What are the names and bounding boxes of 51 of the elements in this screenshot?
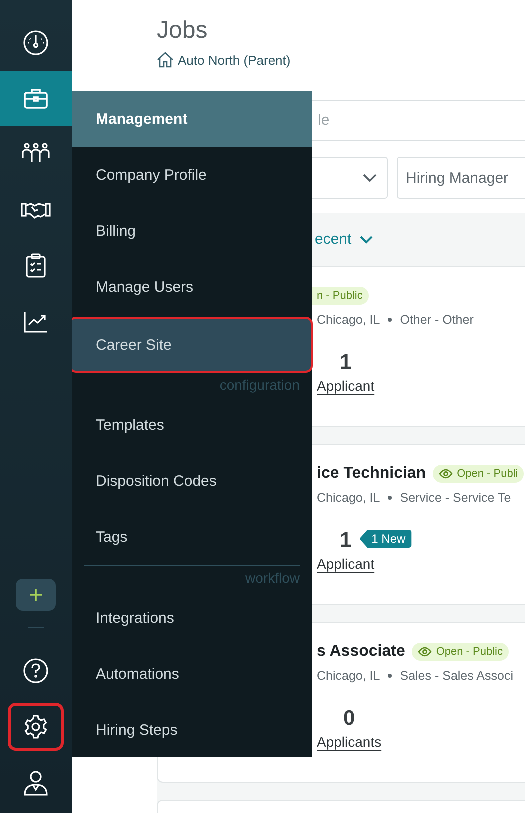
- plus-icon: [29, 588, 43, 602]
- menu-item[interactable]: Integrations: [72, 590, 312, 646]
- sidebar-item[interactable]: [8, 703, 64, 751]
- job-title[interactable]: ice Technician: [317, 465, 426, 483]
- user-icon: [23, 770, 49, 796]
- job-department: Service - Service Te: [400, 491, 512, 505]
- home-icon: [157, 52, 174, 68]
- applicants-link[interactable]: Applicant: [317, 556, 375, 572]
- help-icon: [23, 658, 49, 684]
- job-location: Chicago, IL: [317, 669, 380, 683]
- applicant-count: 0: [343, 707, 356, 731]
- gauge-icon: [22, 29, 50, 57]
- applicants-link[interactable]: Applicants: [317, 734, 382, 750]
- job-location: Chicago, IL: [317, 491, 380, 505]
- eye-icon: [439, 469, 454, 479]
- separator-dot: [388, 496, 392, 500]
- settings-icon: [23, 714, 49, 740]
- add-button[interactable]: [16, 579, 56, 611]
- section-label: configuration: [220, 377, 300, 393]
- chart-icon: [23, 310, 49, 334]
- menu-item[interactable]: Company Profile: [72, 147, 312, 203]
- separator-dot: [388, 674, 392, 678]
- filter-dropdown[interactable]: Hiring Manager: [397, 157, 525, 199]
- menu-item[interactable]: Career Site: [72, 317, 313, 373]
- menu-item[interactable]: Templates: [72, 397, 312, 453]
- job-title[interactable]: s Associate: [317, 643, 406, 661]
- sort-dropdown[interactable]: ecent: [315, 231, 373, 248]
- menu-item[interactable]: Tags: [72, 509, 312, 565]
- menu-item[interactable]: Disposition Codes: [72, 453, 312, 509]
- chevron-down-icon: [360, 236, 373, 244]
- eye-icon: [418, 647, 432, 657]
- page-title: Jobs: [157, 16, 209, 46]
- job-department: Sales - Sales Associ: [400, 669, 514, 683]
- job-location: Chicago, IL: [317, 313, 380, 327]
- menu-item[interactable]: Automations: [72, 646, 312, 702]
- new-badge: 1 New: [360, 530, 412, 548]
- chevron-down-icon: [363, 174, 377, 182]
- breadcrumb-link[interactable]: Auto North (Parent): [157, 52, 291, 68]
- briefcase-icon: [23, 86, 49, 110]
- status-badge: Open - Publi: [433, 465, 524, 483]
- status-badge: Open - Public: [412, 643, 509, 661]
- applicant-count: 1: [340, 351, 352, 375]
- menu-item[interactable]: Hiring Steps: [72, 702, 312, 758]
- clipboard-icon: [25, 253, 47, 279]
- menu-header[interactable]: Management: [72, 91, 312, 147]
- applicants-link[interactable]: Applicant: [317, 378, 375, 394]
- applicant-count: 1: [340, 529, 352, 553]
- separator-dot: [388, 318, 392, 322]
- section-label: workflow: [246, 570, 300, 586]
- menu-item[interactable]: Billing: [72, 203, 312, 259]
- job-department: Other - Other: [400, 313, 474, 327]
